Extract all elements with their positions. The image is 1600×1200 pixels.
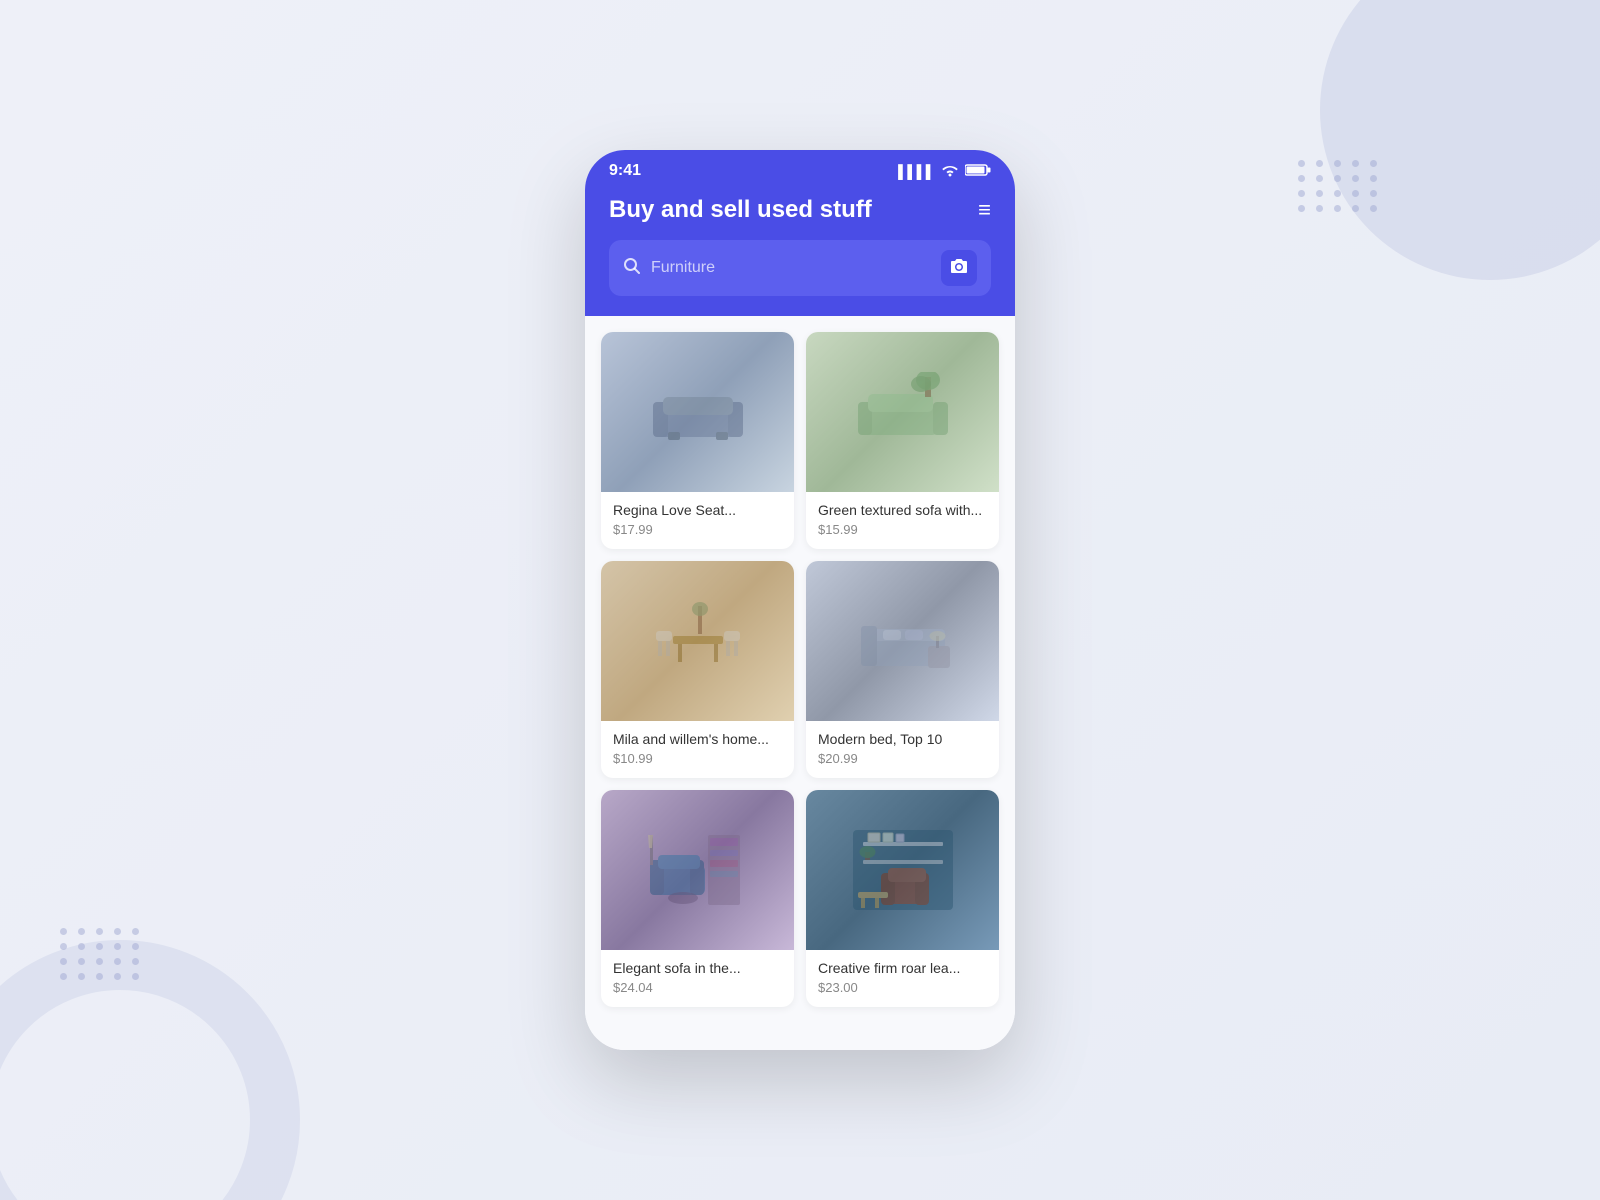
signal-icon: ▌▌▌▌	[898, 164, 935, 179]
app-header: Buy and sell used stuff ≡ Furniture	[585, 188, 1015, 316]
search-bar[interactable]: Furniture	[609, 240, 991, 296]
product-info-1: Regina Love Seat... $17.99	[601, 492, 794, 549]
battery-icon	[965, 163, 991, 180]
product-card[interactable]: Mila and willem's home... $10.99	[601, 561, 794, 778]
product-info-2: Green textured sofa with... $15.99	[806, 492, 999, 549]
product-price-4: $20.99	[818, 751, 987, 766]
search-icon	[623, 257, 641, 280]
product-image-1	[601, 332, 794, 492]
product-info-3: Mila and willem's home... $10.99	[601, 721, 794, 778]
bg-shape-bottom-left	[0, 940, 300, 1200]
product-card[interactable]: Elegant sofa in the... $24.04	[601, 790, 794, 1007]
wifi-icon	[941, 163, 959, 180]
product-price-6: $23.00	[818, 980, 987, 995]
product-card[interactable]: Creative firm roar lea... $23.00	[806, 790, 999, 1007]
product-title-1: Regina Love Seat...	[613, 502, 782, 518]
camera-icon	[950, 258, 968, 279]
product-title-2: Green textured sofa with...	[818, 502, 987, 518]
product-info-5: Elegant sofa in the... $24.04	[601, 950, 794, 1007]
status-icons: ▌▌▌▌	[898, 163, 991, 180]
product-image-5	[601, 790, 794, 950]
bg-dots-right	[1298, 160, 1380, 212]
product-info-4: Modern bed, Top 10 $20.99	[806, 721, 999, 778]
product-image-3	[601, 561, 794, 721]
product-title-4: Modern bed, Top 10	[818, 731, 987, 747]
phone-frame: 9:41 ▌▌▌▌ Buy a	[585, 150, 1015, 1050]
product-price-2: $15.99	[818, 522, 987, 537]
product-price-1: $17.99	[613, 522, 782, 537]
header-title-row: Buy and sell used stuff ≡	[609, 196, 991, 224]
status-bar: 9:41 ▌▌▌▌	[585, 150, 1015, 188]
product-image-4	[806, 561, 999, 721]
product-image-2	[806, 332, 999, 492]
product-title-5: Elegant sofa in the...	[613, 960, 782, 976]
product-title-3: Mila and willem's home...	[613, 731, 782, 747]
menu-icon[interactable]: ≡	[978, 197, 991, 223]
bg-dots-left	[60, 928, 142, 980]
product-card[interactable]: Green textured sofa with... $15.99	[806, 332, 999, 549]
product-image-6	[806, 790, 999, 950]
product-card[interactable]: Regina Love Seat... $17.99	[601, 332, 794, 549]
search-placeholder[interactable]: Furniture	[651, 259, 931, 277]
bg-shape-top-right	[1320, 0, 1600, 280]
product-title-6: Creative firm roar lea...	[818, 960, 987, 976]
status-time: 9:41	[609, 162, 641, 180]
background-wrapper: 9:41 ▌▌▌▌ Buy a	[0, 0, 1600, 1200]
app-title: Buy and sell used stuff	[609, 196, 872, 224]
product-grid: Regina Love Seat... $17.99	[601, 332, 999, 1007]
product-list-content: Regina Love Seat... $17.99	[585, 316, 1015, 1050]
camera-button[interactable]	[941, 250, 977, 286]
product-info-6: Creative firm roar lea... $23.00	[806, 950, 999, 1007]
product-card[interactable]: Modern bed, Top 10 $20.99	[806, 561, 999, 778]
product-price-5: $24.04	[613, 980, 782, 995]
product-price-3: $10.99	[613, 751, 782, 766]
